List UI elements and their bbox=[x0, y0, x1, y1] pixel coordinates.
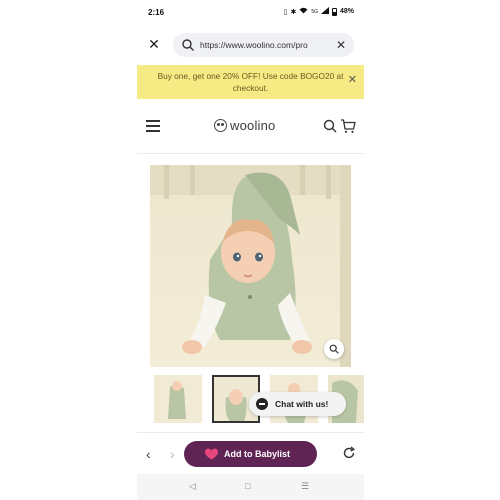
bluetooth-icon: ✱ bbox=[290, 8, 297, 16]
chat-label: Chat with us! bbox=[275, 399, 329, 409]
bottom-toolbar: ‹ › Add to Babylist bbox=[137, 432, 364, 474]
url-text: https://www.woolino.com/pro bbox=[200, 40, 308, 50]
cart-icon[interactable] bbox=[340, 118, 356, 134]
babylist-label: Add to Babylist bbox=[224, 449, 291, 459]
promo-text: Buy one, get one 20% OFF! Use code BOGO2… bbox=[157, 71, 344, 93]
logo[interactable]: woolino bbox=[214, 118, 276, 133]
nav-home-button[interactable]: □ bbox=[245, 481, 250, 491]
logo-mark-icon bbox=[214, 119, 227, 132]
5g-icon: 5G bbox=[311, 8, 318, 15]
chat-button[interactable]: Chat with us! bbox=[249, 392, 346, 416]
phone-screen: 2:16 ▯ ✱ 5G 48% ✕ https://www.woolino.co… bbox=[137, 0, 364, 500]
system-nav-bar: ◁ □ ☰ bbox=[137, 474, 364, 500]
chat-bubble-icon bbox=[256, 398, 268, 410]
site-header: woolino bbox=[137, 112, 364, 144]
status-time: 2:16 bbox=[148, 8, 165, 17]
add-to-babylist-button[interactable]: Add to Babylist bbox=[184, 441, 317, 467]
header-divider bbox=[137, 153, 364, 154]
product-main-image[interactable] bbox=[150, 165, 351, 367]
logo-text: woolino bbox=[230, 118, 276, 133]
refresh-icon[interactable] bbox=[342, 446, 356, 460]
search-icon[interactable] bbox=[323, 119, 337, 133]
nav-back-button[interactable]: ◁ bbox=[189, 481, 196, 492]
battery-percent: 48% bbox=[339, 8, 354, 15]
promo-banner: Buy one, get one 20% OFF! Use code BOGO2… bbox=[137, 65, 364, 99]
zoom-button[interactable] bbox=[324, 339, 344, 359]
close-icon[interactable]: ✕ bbox=[348, 74, 357, 86]
battery-icon bbox=[331, 7, 337, 16]
nav-recents-button[interactable]: ☰ bbox=[301, 481, 309, 492]
clear-icon[interactable]: ✕ bbox=[336, 38, 346, 52]
thumbnail-1[interactable] bbox=[154, 375, 202, 423]
zoom-icon bbox=[329, 344, 339, 354]
close-icon[interactable]: ✕ bbox=[146, 36, 162, 52]
status-bar: 2:16 ▯ ✱ 5G 48% bbox=[137, 0, 364, 24]
chevron-left-icon[interactable]: ‹ bbox=[146, 446, 151, 462]
wifi-icon bbox=[299, 7, 308, 16]
vibrate-icon: ▯ bbox=[283, 8, 288, 16]
search-icon bbox=[182, 39, 194, 51]
baby-photo bbox=[150, 165, 351, 367]
heart-icon bbox=[204, 448, 219, 460]
hamburger-icon[interactable] bbox=[146, 120, 160, 132]
browser-url-bar: ✕ https://www.woolino.com/pro ✕ bbox=[137, 30, 364, 60]
status-icons: ▯ ✱ 5G 48% bbox=[284, 7, 354, 16]
chevron-right-icon[interactable]: › bbox=[170, 446, 175, 462]
signal-icon bbox=[320, 7, 329, 16]
url-field[interactable]: https://www.woolino.com/pro ✕ bbox=[173, 33, 354, 57]
